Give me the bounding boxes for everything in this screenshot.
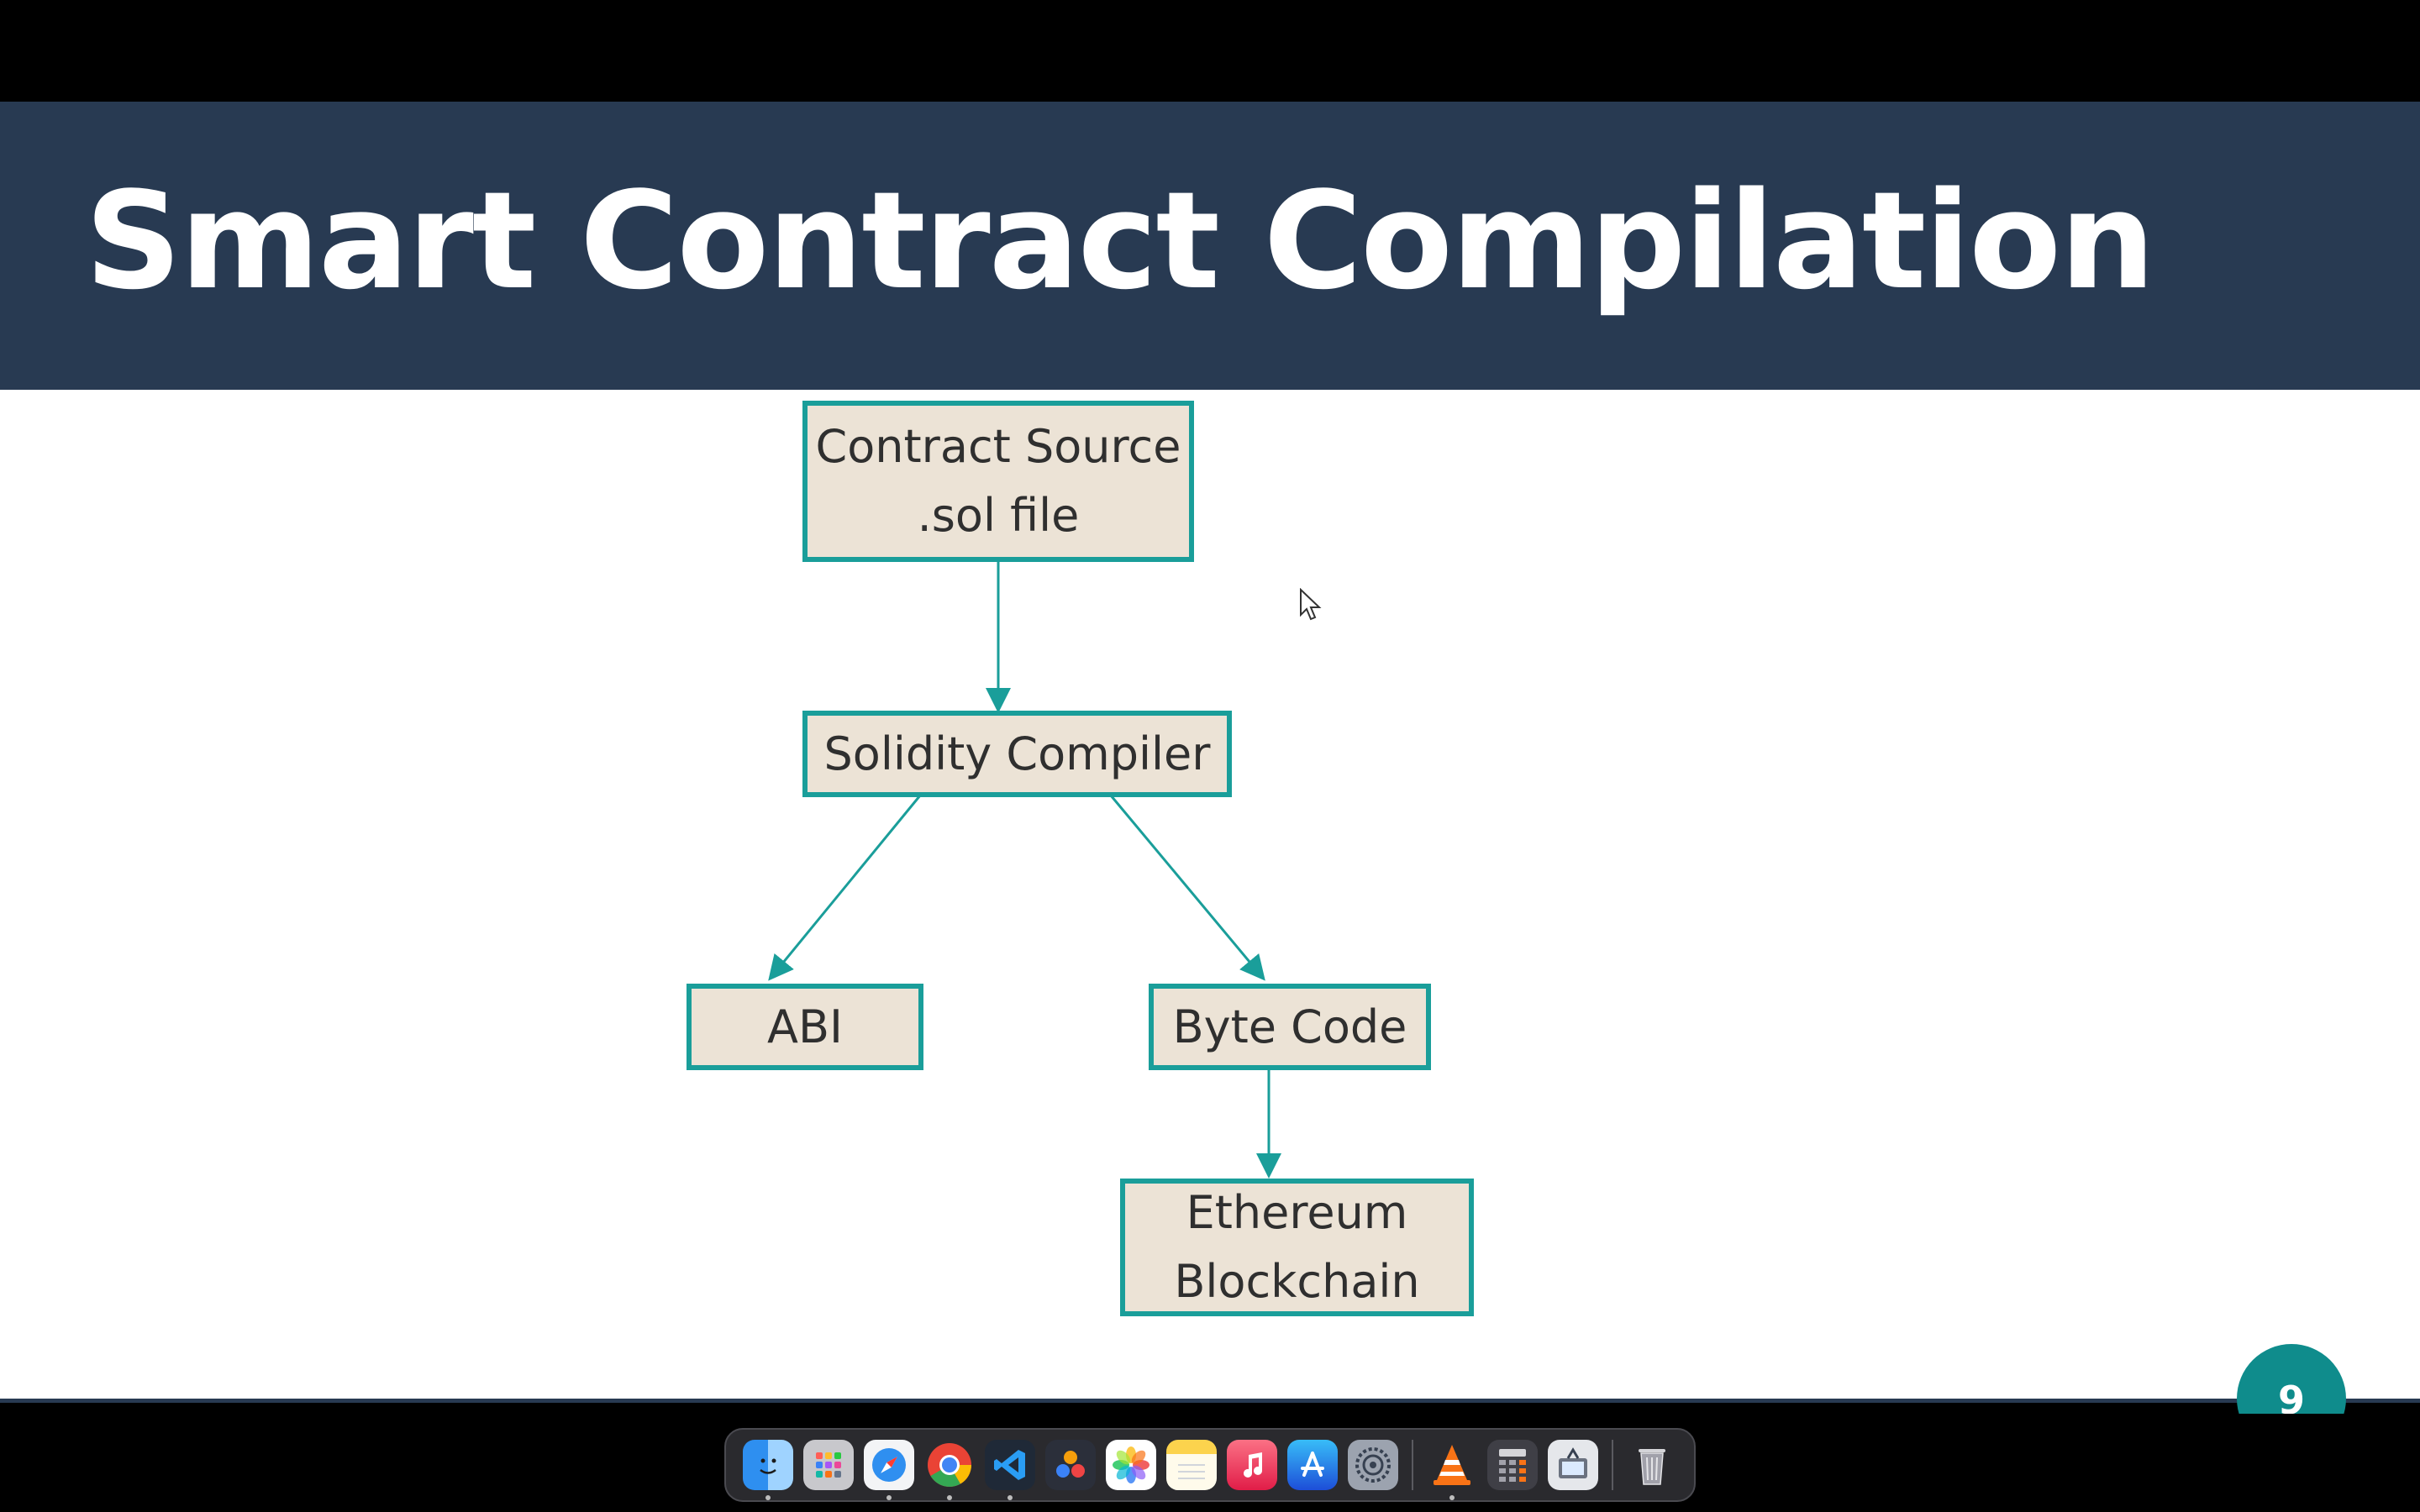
app-store-icon[interactable] xyxy=(1287,1440,1338,1490)
mouse-cursor-icon xyxy=(1300,588,1322,621)
node-contract-source-line2: .sol file xyxy=(917,489,1080,542)
finder-icon[interactable] xyxy=(743,1440,793,1500)
arrow-compiler-to-bytecode xyxy=(1109,795,1265,981)
safari-icon[interactable] xyxy=(864,1440,914,1500)
dock-separator xyxy=(1612,1440,1613,1490)
node-contract-source: Contract Source .sol file xyxy=(802,401,1194,562)
chrome-icon[interactable] xyxy=(924,1440,975,1500)
node-solidity-compiler-label: Solidity Compiler xyxy=(823,727,1211,780)
calculator-icon[interactable] xyxy=(1487,1440,1538,1490)
presentation-slide: Smart Contract Compilation Contract Sour… xyxy=(0,102,2420,1403)
dock-separator xyxy=(1412,1440,1413,1490)
vscode-icon[interactable] xyxy=(985,1440,1035,1500)
node-solidity-compiler: Solidity Compiler xyxy=(802,711,1232,797)
system-settings-icon[interactable] xyxy=(1348,1440,1398,1490)
notes-icon[interactable] xyxy=(1166,1440,1217,1490)
music-icon[interactable] xyxy=(1227,1440,1277,1490)
node-byte-code: Byte Code xyxy=(1149,984,1431,1070)
dock[interactable] xyxy=(724,1428,1696,1502)
vlc-icon[interactable] xyxy=(1427,1440,1477,1500)
trash-icon[interactable] xyxy=(1627,1440,1677,1490)
launchpad-icon[interactable] xyxy=(803,1440,854,1490)
node-contract-source-line1: Contract Source xyxy=(815,420,1181,473)
screen: Smart Contract Compilation Contract Sour… xyxy=(0,0,2420,1512)
node-abi: ABI xyxy=(687,984,923,1070)
node-abi-label: ABI xyxy=(767,1000,843,1053)
photos-icon[interactable] xyxy=(1106,1440,1156,1490)
node-ethereum-blockchain-line2: Blockchain xyxy=(1174,1255,1420,1308)
node-byte-code-label: Byte Code xyxy=(1172,1000,1407,1053)
davinci-resolve-icon[interactable] xyxy=(1045,1440,1096,1490)
node-ethereum-blockchain: Ethereum Blockchain xyxy=(1120,1179,1474,1316)
node-ethereum-blockchain-line1: Ethereum xyxy=(1186,1186,1408,1239)
slide-bottom-bar xyxy=(0,1399,2420,1403)
arrow-compiler-to-abi xyxy=(768,795,922,981)
preview-icon[interactable] xyxy=(1548,1440,1598,1490)
